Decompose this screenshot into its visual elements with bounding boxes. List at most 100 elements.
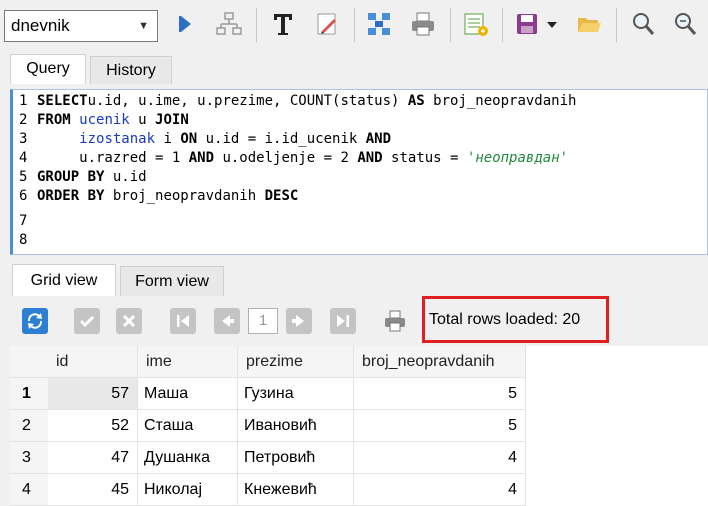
total-rows-label: Total rows loaded: 20 (422, 296, 609, 343)
next-page-icon[interactable] (286, 308, 312, 334)
tab-form-view[interactable]: Form view (120, 266, 224, 296)
sql-keyword: SELECT (37, 93, 88, 109)
sql-text: broj_neopravdanih (104, 188, 265, 204)
line-number: 1 (19, 93, 28, 109)
page-number-input[interactable]: 1 (248, 308, 278, 334)
open-folder-icon[interactable] (574, 9, 604, 39)
table-cell[interactable]: Гузина (238, 378, 354, 410)
table-cell[interactable]: 47 (48, 442, 138, 474)
sql-editor[interactable]: 1 SELECTu.id, u.ime, u.prezime, COUNT(sta… (10, 89, 708, 255)
column-header[interactable]: broj_neopravdanih (354, 346, 526, 378)
sql-text: u.id, u.ime, u.prezime, COUNT(status) (87, 93, 408, 109)
table-cell[interactable]: Маша (138, 378, 238, 410)
table-cell[interactable]: Николај (138, 474, 238, 506)
database-select[interactable]: dnevnik ▼ (4, 10, 158, 42)
sql-string: 'неоправдан' (466, 150, 569, 166)
code-line[interactable]: 4 u.razred = 1 AND u.odeljenje = 2 AND s… (13, 149, 568, 168)
execute-icon[interactable] (170, 9, 200, 39)
save-dropdown-icon[interactable] (544, 9, 560, 39)
line-number: 7 (19, 213, 28, 229)
code-line[interactable]: 7 (13, 212, 37, 231)
check-icon[interactable] (74, 308, 100, 334)
line-number: 2 (19, 112, 28, 128)
column-header[interactable]: ime (138, 346, 238, 378)
save-icon[interactable] (512, 9, 542, 39)
result-toolbar: 1 Total rows loaded: 20 (10, 296, 708, 346)
line-number: 4 (19, 150, 28, 166)
print-results-icon[interactable] (382, 308, 408, 334)
sql-keyword: DESC (264, 188, 299, 204)
row-number[interactable]: 3 (10, 442, 48, 474)
export-icon[interactable] (460, 9, 490, 39)
main-toolbar: dnevnik ▼ (0, 0, 708, 50)
tab-history[interactable]: History (90, 56, 172, 84)
table-cell[interactable]: 45 (48, 474, 138, 506)
table-cell[interactable]: 52 (48, 410, 138, 442)
chevron-down-icon: ▼ (138, 20, 149, 32)
grid-corner (10, 346, 48, 378)
sql-text: u.id = i.id_ucenik (197, 131, 366, 147)
previous-page-icon[interactable] (214, 308, 240, 334)
column-header[interactable]: prezime (238, 346, 354, 378)
sql-text: u (129, 112, 156, 128)
code-line[interactable]: 5 GROUP BY u.id (13, 168, 147, 187)
network-icon[interactable] (364, 9, 394, 39)
code-line[interactable]: 8 (13, 231, 37, 250)
row-number[interactable]: 1 (10, 378, 48, 410)
code-line[interactable]: 3 izostanak i ON u.id = i.id_ucenik AND (13, 130, 391, 149)
format-text-icon[interactable] (268, 9, 298, 39)
tab-grid-view[interactable]: Grid view (12, 264, 116, 296)
sql-text: status = (382, 150, 467, 166)
sql-text: u.id (104, 169, 147, 185)
table-cell[interactable]: 5 (354, 378, 526, 410)
sql-keyword: JOIN (155, 112, 189, 128)
sql-keyword: AS (407, 93, 425, 109)
code-line[interactable]: 2 FROM ucenik u JOIN (13, 111, 189, 130)
sql-keyword: AND (357, 150, 383, 166)
sql-keyword: GROUP BY (37, 169, 105, 185)
table-cell[interactable]: 4 (354, 442, 526, 474)
sql-table-name: izostanak (79, 131, 156, 147)
line-number: 5 (19, 169, 28, 185)
sql-text: u.odeljenje = 2 (214, 150, 358, 166)
zoom-out-icon[interactable] (670, 9, 700, 39)
table-cell[interactable]: Ивановић (238, 410, 354, 442)
code-line[interactable]: 6 ORDER BY broj_neopravdanih DESC (13, 187, 298, 206)
table-cell[interactable]: 57 (48, 378, 138, 410)
table-cell[interactable]: Кнежевић (238, 474, 354, 506)
database-select-value: dnevnik (11, 16, 70, 35)
first-page-icon[interactable] (170, 308, 196, 334)
table-cell[interactable]: Душанка (138, 442, 238, 474)
print-icon[interactable] (408, 9, 438, 39)
table-cell[interactable]: Петровић (238, 442, 354, 474)
sql-table-name: ucenik (79, 112, 130, 128)
refresh-icon[interactable] (22, 308, 48, 334)
sql-text: broj_neopravdanih (424, 93, 577, 109)
sql-keyword: FROM (37, 112, 71, 128)
line-number: 6 (19, 188, 28, 204)
sql-keyword: AND (188, 150, 215, 166)
sql-keyword: ORDER BY (37, 188, 105, 204)
last-page-icon[interactable] (330, 308, 356, 334)
result-grid: id ime prezime broj_neopravdanih 1 57 Маша Гузи… (10, 346, 708, 506)
tab-query[interactable]: Query (10, 54, 86, 84)
sql-keyword: AND (365, 131, 392, 147)
line-number: 8 (19, 232, 28, 248)
sql-text: i (155, 131, 181, 147)
zoom-in-icon[interactable] (628, 9, 658, 39)
line-number: 3 (19, 131, 28, 147)
sql-keyword: ON (180, 131, 198, 147)
table-cell[interactable]: Сташа (138, 410, 238, 442)
row-number[interactable]: 4 (10, 474, 48, 506)
table-cell[interactable]: 4 (354, 474, 526, 506)
edit-icon[interactable] (312, 9, 342, 39)
table-cell[interactable]: 5 (354, 410, 526, 442)
sql-text: u.razred = 1 (37, 150, 189, 166)
schema-icon[interactable] (214, 9, 244, 39)
code-line[interactable]: 1 SELECTu.id, u.ime, u.prezime, COUNT(sta… (13, 92, 576, 111)
column-header[interactable]: id (48, 346, 138, 378)
row-number[interactable]: 2 (10, 410, 48, 442)
cancel-icon[interactable] (116, 308, 142, 334)
